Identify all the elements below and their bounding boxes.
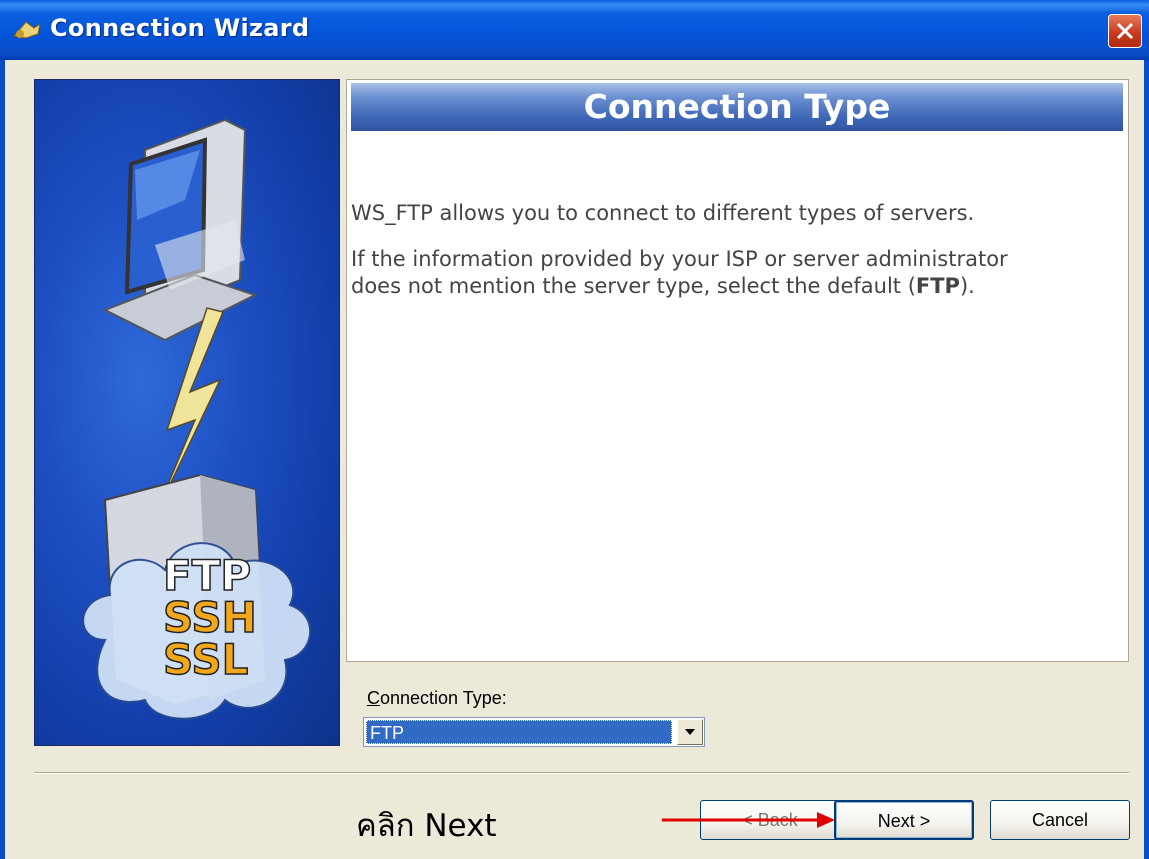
connection-type-label: Connection Type: xyxy=(367,688,507,708)
connection-type-select[interactable]: FTP xyxy=(363,717,705,747)
instruction-text: If the information provided by your ISP … xyxy=(351,247,1008,298)
wizard-icon xyxy=(13,21,41,39)
connection-type-value: FTP xyxy=(366,720,672,744)
title-bar[interactable]: Connection Wizard xyxy=(0,0,1149,60)
dropdown-button[interactable] xyxy=(677,719,703,745)
ssl-label: SSL xyxy=(163,635,248,684)
annotation-text: คลิก Next xyxy=(356,808,497,844)
window-title: Connection Wizard xyxy=(50,14,310,42)
wizard-illustration: FTP SSH SSL xyxy=(34,79,340,746)
close-button[interactable] xyxy=(1108,14,1142,48)
window-frame-right xyxy=(1144,60,1149,859)
close-icon xyxy=(1116,22,1134,40)
page-title: Connection Type xyxy=(583,87,891,126)
chevron-down-icon xyxy=(685,729,695,735)
cancel-button[interactable]: Cancel xyxy=(990,800,1130,840)
window-frame-left xyxy=(0,60,5,859)
computer-icon xyxy=(102,118,258,342)
connection-wizard-window: Connection Wizard FTP SSH SSL Connection… xyxy=(0,0,1149,859)
divider-highlight xyxy=(34,773,1129,774)
page-banner: Connection Type xyxy=(351,83,1123,131)
next-button[interactable]: Next > xyxy=(834,800,974,840)
annotation-arrow-icon xyxy=(662,812,835,828)
description-text: WS_FTP allows you to connect to differen… xyxy=(351,201,975,225)
wizard-content-panel: Connection Type WS_FTP allows you to con… xyxy=(346,79,1129,662)
